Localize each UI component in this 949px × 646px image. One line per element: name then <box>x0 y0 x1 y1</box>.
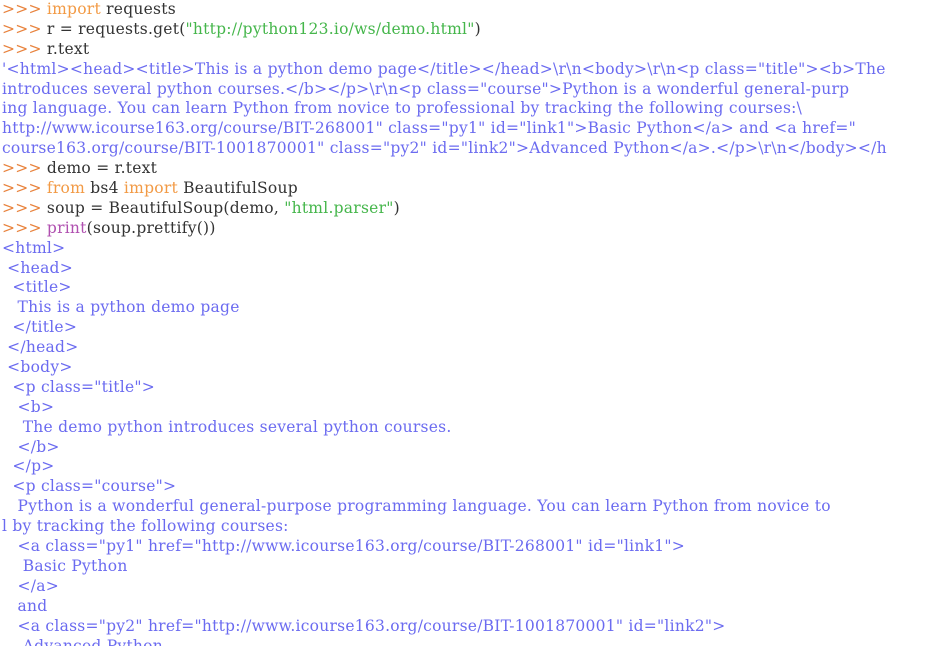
shell-output-line: Advanced Python <box>0 637 949 646</box>
shell-output-line: </head> <box>0 338 949 358</box>
token-output: <a class="py2" href="http://www.icourse1… <box>2 616 726 635</box>
shell-output-line: l by tracking the following courses: <box>0 517 949 537</box>
token-output: The demo python introduces several pytho… <box>2 417 452 436</box>
shell-output-line: introduces several python courses.</b></… <box>0 80 949 100</box>
shell-output-line: <body> <box>0 358 949 378</box>
shell-output-line: Basic Python <box>0 557 949 577</box>
token-plain: requests <box>100 0 176 18</box>
shell-input-line: >>> print(soup.prettify()) <box>0 219 949 239</box>
token-keyword: from <box>46 179 86 198</box>
token-plain: (soup.prettify()) <box>86 218 216 237</box>
shell-output-line: Python is a wonderful general-purpose pr… <box>0 497 949 517</box>
token-plain: bs4 <box>85 179 124 198</box>
token-output: and <box>2 596 48 615</box>
shell-output-line: course163.org/course/BIT-1001870001" cla… <box>0 139 949 159</box>
token-output: <a class="py1" href="http://www.icourse1… <box>2 537 685 556</box>
token-output: <p class="course"> <box>2 477 177 496</box>
token-output: '<html><head><title>This is a python dem… <box>2 59 886 78</box>
shell-input-line: >>> r = requests.get("http://python123.i… <box>0 20 949 40</box>
token-output: Basic Python <box>2 556 128 575</box>
token-output: <b> <box>2 397 55 416</box>
shell-output-line: The demo python introduces several pytho… <box>0 418 949 438</box>
shell-output-line: </p> <box>0 457 949 477</box>
token-output: </b> <box>2 437 60 456</box>
token-prompt: >>> <box>2 39 47 58</box>
shell-output-line: <p class="title"> <box>0 378 949 398</box>
token-output: <html> <box>2 238 66 257</box>
shell-output-line: <a class="py1" href="http://www.icourse1… <box>0 537 949 557</box>
token-output: course163.org/course/BIT-1001870001" cla… <box>2 139 887 158</box>
shell-input-line: >>> r.text <box>0 40 949 60</box>
token-output: </a> <box>2 576 59 595</box>
token-output: <p class="title"> <box>2 377 156 396</box>
token-output: <head> <box>2 258 73 277</box>
token-prompt: >>> <box>2 198 47 217</box>
token-prompt: >>> <box>2 19 47 38</box>
token-plain: r.text <box>46 39 90 58</box>
shell-input-line: >>> demo = r.text <box>0 159 949 179</box>
token-plain: r = requests.get( <box>46 19 186 38</box>
token-output: http://www.icourse163.org/course/BIT-268… <box>2 119 857 138</box>
token-plain: demo = r.text <box>46 159 158 178</box>
shell-output-line: <title> <box>0 278 949 298</box>
token-builtin: print <box>46 218 87 237</box>
shell-input-line: >>> soup = BeautifulSoup(demo, "html.par… <box>0 199 949 219</box>
token-output: <title> <box>2 278 72 297</box>
token-output: l by tracking the following courses: <box>2 517 289 536</box>
token-keyword: import <box>123 179 178 198</box>
token-output: ing language. You can learn Python from … <box>2 99 803 118</box>
python-shell-output[interactable]: >>> import requests >>> r = requests.get(… <box>0 0 949 646</box>
shell-output-line: http://www.icourse163.org/course/BIT-268… <box>0 119 949 139</box>
shell-output-line: <p class="course"> <box>0 477 949 497</box>
token-plain: soup = BeautifulSoup(demo, <box>46 198 285 217</box>
token-output: </head> <box>2 338 79 357</box>
token-plain: ) <box>474 19 481 38</box>
token-prompt: >>> <box>2 179 47 198</box>
shell-output-line: </b> <box>0 438 949 458</box>
token-plain: ) <box>393 198 400 217</box>
shell-input-line: >>> import requests <box>0 0 949 20</box>
token-output: introduces several python courses.</b></… <box>2 79 850 98</box>
token-output: This is a python demo page <box>2 298 240 317</box>
token-keyword: import <box>46 0 101 18</box>
shell-output-line: '<html><head><title>This is a python dem… <box>0 60 949 80</box>
shell-output-line: This is a python demo page <box>0 298 949 318</box>
token-output: </title> <box>2 318 78 337</box>
token-output: Advanced Python <box>2 636 163 646</box>
shell-output-line: </a> <box>0 577 949 597</box>
token-prompt: >>> <box>2 0 47 18</box>
shell-input-line: >>> from bs4 import BeautifulSoup <box>0 179 949 199</box>
shell-output-line: </title> <box>0 318 949 338</box>
shell-output-line: and <box>0 597 949 617</box>
token-output: Python is a wonderful general-purpose pr… <box>2 497 831 516</box>
shell-output-line: <html> <box>0 239 949 259</box>
shell-output-line: <head> <box>0 259 949 279</box>
token-prompt: >>> <box>2 218 47 237</box>
token-string: "http://python123.io/ws/demo.html" <box>185 19 475 38</box>
token-output: <body> <box>2 358 73 377</box>
shell-output-line: <b> <box>0 398 949 418</box>
token-plain: BeautifulSoup <box>177 179 298 198</box>
shell-output-line: <a class="py2" href="http://www.icourse1… <box>0 617 949 637</box>
token-output: </p> <box>2 457 55 476</box>
token-string: "html.parser" <box>284 198 394 217</box>
token-prompt: >>> <box>2 159 47 178</box>
shell-output-line: ing language. You can learn Python from … <box>0 99 949 119</box>
